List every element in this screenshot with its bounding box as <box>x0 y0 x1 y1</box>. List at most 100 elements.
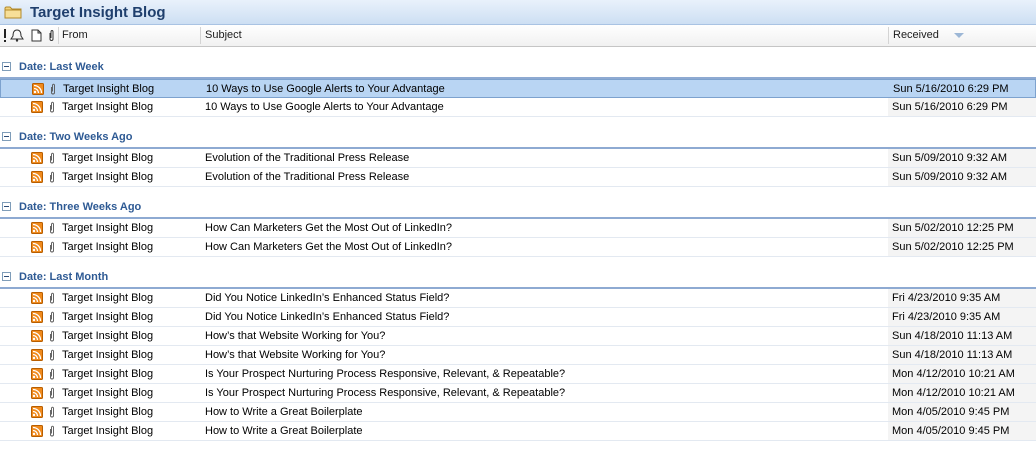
document-icon[interactable] <box>31 29 42 42</box>
message-received: Mon 4/05/2010 9:45 PM <box>892 425 1010 437</box>
importance-icon[interactable] <box>3 29 7 42</box>
message-received: Sun 5/16/2010 6:29 PM <box>892 101 1008 113</box>
from-column-header[interactable]: From <box>62 25 88 46</box>
message-received: Mon 4/05/2010 9:45 PM <box>892 406 1010 418</box>
message-received: Mon 4/12/2010 10:21 AM <box>892 387 1015 399</box>
paperclip-icon <box>50 292 54 304</box>
group-label: Date: Last Week <box>19 61 104 73</box>
paperclip-icon <box>50 368 54 380</box>
message-from: Target Insight Blog <box>62 368 154 380</box>
message-received: Sun 5/09/2010 9:32 AM <box>892 171 1007 183</box>
message-list: Date: Last Week Target Insight Blog 10 Way… <box>0 47 1036 453</box>
rss-feed-icon <box>31 349 43 361</box>
collapse-minus-icon[interactable] <box>2 132 11 141</box>
attachment-column-icon[interactable] <box>48 29 55 42</box>
paperclip-icon <box>50 330 54 342</box>
message-row[interactable]: Target Insight Blog How to Write a Great … <box>0 403 1036 422</box>
collapse-minus-icon[interactable] <box>2 202 11 211</box>
message-subject: How to Write a Great Boilerplate <box>205 425 363 437</box>
message-from: Target Insight Blog <box>62 222 154 234</box>
message-row[interactable]: Target Insight Blog How’s that Website Wo… <box>0 346 1036 365</box>
message-row[interactable]: Target Insight Blog Is Your Prospect Nurt… <box>0 365 1036 384</box>
rss-feed-icon <box>31 292 43 304</box>
message-subject: How’s that Website Working for You? <box>205 349 386 361</box>
rss-feed-icon <box>31 241 43 253</box>
paperclip-icon <box>50 222 54 234</box>
message-row[interactable]: Target Insight Blog 10 Ways to Use Google… <box>0 98 1036 117</box>
message-row[interactable]: Target Insight Blog How to Write a Great … <box>0 422 1036 441</box>
rss-feed-icon <box>31 330 43 342</box>
message-from: Target Insight Blog <box>62 387 154 399</box>
group-header[interactable]: Date: Last Week <box>0 59 1036 79</box>
message-subject: Is Your Prospect Nurturing Process Respo… <box>205 387 566 399</box>
message-from: Target Insight Blog <box>62 152 154 164</box>
folder-title-bar: Target Insight Blog <box>0 0 1036 25</box>
message-subject: 10 Ways to Use Google Alerts to Your Adv… <box>206 83 445 95</box>
message-row[interactable]: Target Insight Blog 10 Ways to Use Google… <box>0 79 1036 98</box>
message-row[interactable]: Target Insight Blog Is Your Prospect Nurt… <box>0 384 1036 403</box>
message-received: Fri 4/23/2010 9:35 AM <box>892 311 1001 323</box>
message-from: Target Insight Blog <box>62 241 154 253</box>
message-row[interactable]: Target Insight Blog Evolution of the Trad… <box>0 149 1036 168</box>
message-received: Sun 4/18/2010 11:13 AM <box>892 330 1013 342</box>
message-row[interactable]: Target Insight Blog Did You Notice Linked… <box>0 308 1036 327</box>
rss-feed-icon <box>31 387 43 399</box>
message-subject: Evolution of the Traditional Press Relea… <box>205 152 410 164</box>
rss-feed-icon <box>32 83 44 95</box>
paperclip-icon <box>50 387 54 399</box>
message-row[interactable]: Target Insight Blog How’s that Website Wo… <box>0 327 1036 346</box>
reminder-bell-icon[interactable] <box>10 29 24 42</box>
message-from: Target Insight Blog <box>62 406 154 418</box>
message-received: Sun 4/18/2010 11:13 AM <box>892 349 1013 361</box>
message-from: Target Insight Blog <box>62 425 154 437</box>
message-received: Sun 5/16/2010 6:29 PM <box>893 83 1009 95</box>
message-row[interactable]: Target Insight Blog How Can Marketers Get… <box>0 219 1036 238</box>
message-from: Target Insight Blog <box>62 292 154 304</box>
rss-feed-icon <box>31 171 43 183</box>
message-from: Target Insight Blog <box>62 349 154 361</box>
column-header-bar: From Subject Received <box>0 25 1036 47</box>
collapse-minus-icon[interactable] <box>2 272 11 281</box>
group-label: Date: Last Month <box>19 271 109 283</box>
paperclip-icon <box>50 349 54 361</box>
message-from: Target Insight Blog <box>62 311 154 323</box>
group-header[interactable]: Date: Last Month <box>0 269 1036 289</box>
message-received: Mon 4/12/2010 10:21 AM <box>892 368 1015 380</box>
message-subject: Evolution of the Traditional Press Relea… <box>205 171 410 183</box>
message-subject: Did You Notice LinkedIn’s Enhanced Statu… <box>205 311 450 323</box>
paperclip-icon <box>50 406 54 418</box>
paperclip-icon <box>50 171 54 183</box>
rss-feed-icon <box>31 368 43 380</box>
collapse-minus-icon[interactable] <box>2 62 11 71</box>
message-row[interactable]: Target Insight Blog Did You Notice Linked… <box>0 289 1036 308</box>
message-from: Target Insight Blog <box>63 83 155 95</box>
message-row[interactable]: Target Insight Blog Evolution of the Trad… <box>0 168 1036 187</box>
message-subject: 10 Ways to Use Google Alerts to Your Adv… <box>205 101 444 113</box>
message-received: Sun 5/02/2010 12:25 PM <box>892 222 1014 234</box>
subject-column-header[interactable]: Subject <box>205 25 242 46</box>
message-subject: How to Write a Great Boilerplate <box>205 406 363 418</box>
sort-descending-icon[interactable] <box>954 33 964 38</box>
folder-icon <box>4 6 22 19</box>
group-header[interactable]: Date: Two Weeks Ago <box>0 129 1036 149</box>
folder-title: Target Insight Blog <box>30 3 166 21</box>
rss-feed-icon <box>31 406 43 418</box>
rss-feed-icon <box>31 425 43 437</box>
message-received: Fri 4/23/2010 9:35 AM <box>892 292 1001 304</box>
message-subject: How’s that Website Working for You? <box>205 330 386 342</box>
message-subject: How Can Marketers Get the Most Out of Li… <box>205 241 453 253</box>
group-label: Date: Three Weeks Ago <box>19 201 142 213</box>
message-received: Sun 5/02/2010 12:25 PM <box>892 241 1014 253</box>
paperclip-icon <box>50 101 54 113</box>
group-header[interactable]: Date: Three Weeks Ago <box>0 199 1036 219</box>
rss-feed-icon <box>31 152 43 164</box>
rss-feed-icon <box>31 311 43 323</box>
message-subject: Is Your Prospect Nurturing Process Respo… <box>205 368 566 380</box>
message-from: Target Insight Blog <box>62 101 154 113</box>
paperclip-icon <box>50 241 54 253</box>
paperclip-icon <box>50 311 54 323</box>
message-row[interactable]: Target Insight Blog How Can Marketers Get… <box>0 238 1036 257</box>
message-subject: Did You Notice LinkedIn’s Enhanced Statu… <box>205 292 450 304</box>
message-subject: How Can Marketers Get the Most Out of Li… <box>205 222 453 234</box>
received-column-header[interactable]: Received <box>893 25 939 46</box>
